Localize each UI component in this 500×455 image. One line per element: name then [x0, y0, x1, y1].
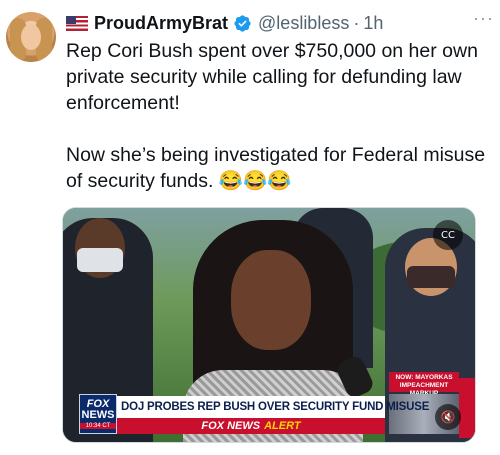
tweet-text: Rep Cori Bush spent over $750,000 on her… [66, 40, 486, 192]
tweet-header: ProudArmyBrat @leslibless · 1h [66, 12, 490, 34]
us-flag-icon [66, 15, 88, 31]
captions-button-icon[interactable]: CC [433, 220, 463, 250]
display-name[interactable]: ProudArmyBrat [94, 13, 228, 34]
timestamp[interactable]: 1h [363, 13, 383, 34]
side-red-bar [459, 378, 475, 438]
mute-icon[interactable]: 🔇 [435, 404, 461, 430]
verified-badge-icon [234, 14, 251, 32]
speaker-face [231, 250, 311, 350]
news-chyron: DOJ PROBES REP BUSH OVER SECURITY FUND M… [117, 396, 429, 418]
logo-time: 10:34 CT [80, 423, 116, 429]
side-news-box: NOW: MAYORKAS IMPEACHMENT MARKUP [389, 372, 459, 397]
avatar[interactable] [6, 12, 56, 62]
person-right-mask [407, 266, 455, 288]
more-options-icon[interactable]: ··· [473, 8, 494, 29]
network-label: FOX NEWS [201, 420, 261, 432]
fox-news-logo: FOX NEWS 10:34 CT [79, 394, 117, 434]
handle[interactable]: @leslibless [258, 13, 349, 34]
person-left-mask [77, 248, 123, 272]
tweet-video[interactable]: CC NOW: MAYORKAS IMPEACHMENT MARKUP FOX … [62, 207, 476, 443]
separator-dot: · [353, 12, 360, 33]
news-alert-bar: FOX NEWS ALERT [117, 418, 385, 434]
avatar-face [21, 24, 41, 50]
alert-label: ALERT [264, 420, 301, 432]
logo-line2: NEWS [81, 409, 115, 421]
